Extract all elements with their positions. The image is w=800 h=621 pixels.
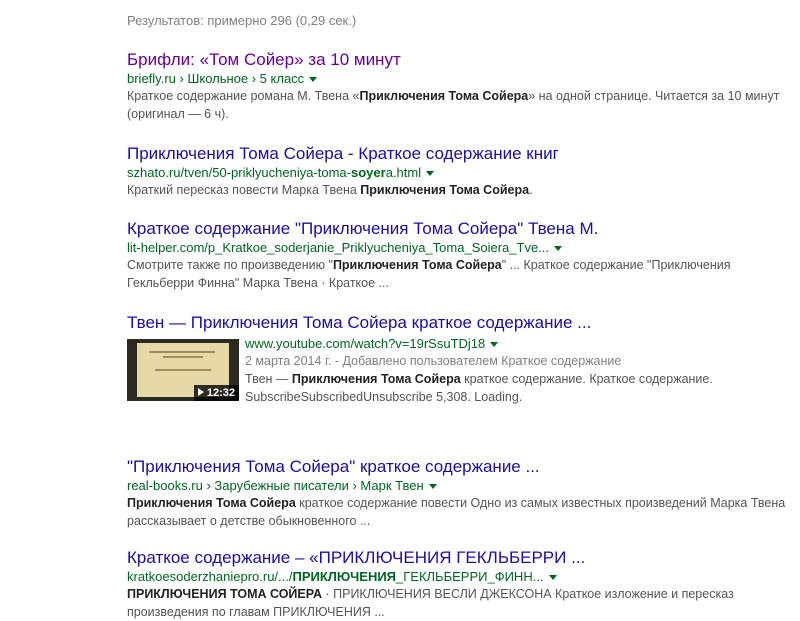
result-url-breadcrumb[interactable]: › Зарубежные писатели › Марк Твен [203, 478, 423, 493]
result-url: briefly.ru › Школьное › 5 класс [127, 70, 787, 87]
result-url-text[interactable]: lit-helper.com/p_Kratkoe_soderjanie_Prik… [127, 240, 549, 255]
result-url-domain[interactable]: briefly.ru [127, 71, 176, 86]
video-meta: 2 марта 2014 г. - Добавлено пользователе… [245, 354, 622, 368]
result-url-text[interactable]: szhato.ru/tven/50-priklyucheniya-toma- [127, 165, 351, 180]
search-result: Брифли: «Том Сойер» за 10 минут briefly.… [127, 50, 787, 123]
result-url-text[interactable]: www.youtube.com/watch?v=19rSsuTDj18 [245, 336, 485, 351]
result-snippet: Краткое содержание романа М. Твена «Прик… [127, 89, 780, 121]
video-duration-badge: 12:32 [193, 385, 239, 401]
play-icon [197, 388, 204, 396]
caret-down-icon[interactable] [554, 246, 563, 252]
result-title-link[interactable]: Краткое содержание "Приключения Тома Сой… [127, 219, 787, 239]
result-url-domain[interactable]: real-books.ru [127, 478, 203, 493]
search-result: Приключения Тома Сойера - Краткое содерж… [127, 144, 787, 199]
result-snippet: Приключения Тома Сойера краткое содержан… [127, 496, 786, 528]
result-url-breadcrumb[interactable]: › Школьное › 5 класс [176, 71, 305, 86]
result-snippet: ПРИКЛЮЧЕНИЯ ТОМА СОЙЕРА · ПРИКЛЮЧЕНИЯ ВЕ… [127, 587, 734, 619]
result-url: real-books.ru › Зарубежные писатели › Ма… [127, 477, 787, 494]
result-url: lit-helper.com/p_Kratkoe_soderjanie_Prik… [127, 239, 787, 256]
caret-down-icon[interactable] [428, 484, 437, 490]
result-title-link[interactable]: "Приключения Тома Сойера" краткое содерж… [127, 457, 787, 477]
result-url-text[interactable]: _ГЕКЛЬБЕРРИ_ФИНН... [396, 569, 544, 584]
caret-down-icon[interactable] [548, 575, 557, 581]
result-url: kratkoesoderzhanieprо.ru/.../ПРИКЛЮЧЕНИЯ… [127, 568, 787, 585]
video-thumbnail[interactable]: 12:32 [127, 339, 239, 401]
caret-down-icon[interactable] [309, 77, 318, 83]
search-result: "Приключения Тома Сойера" краткое содерж… [127, 457, 787, 530]
result-url-text[interactable]: a.html [386, 165, 421, 180]
result-title-link[interactable]: Твен — Приключения Тома Сойера краткое с… [127, 313, 787, 333]
result-snippet: Твен — Приключения Тома Сойера краткое с… [245, 372, 713, 404]
result-title-link[interactable]: Брифли: «Том Сойер» за 10 минут [127, 50, 787, 70]
result-url-highlight[interactable]: soyer [351, 165, 386, 180]
result-url: szhato.ru/tven/50-priklyucheniya-toma-so… [127, 164, 787, 181]
result-url: www.youtube.com/watch?v=19rSsuTDj18 [245, 335, 787, 352]
video-search-result: Твен — Приключения Тома Сойера краткое с… [127, 313, 787, 406]
result-title-link[interactable]: Краткое содержание – «ПРИКЛЮЧЕНИЯ ГЕКЛЬБ… [127, 548, 787, 568]
result-stats: Результатов: примерно 296 (0,29 сек.) [127, 13, 357, 28]
result-snippet: Краткий пересказ повести Марка Твена При… [127, 183, 533, 197]
result-url-text[interactable]: kratkoesoderzhanieprо.ru/.../ [127, 569, 292, 584]
search-result: Краткое содержание "Приключения Тома Сой… [127, 219, 787, 292]
result-url-highlight[interactable]: ПРИКЛЮЧЕНИЯ [292, 569, 396, 584]
caret-down-icon[interactable] [490, 342, 499, 348]
result-title-link[interactable]: Приключения Тома Сойера - Краткое содерж… [127, 144, 787, 164]
caret-down-icon[interactable] [426, 171, 435, 177]
search-result: Краткое содержание – «ПРИКЛЮЧЕНИЯ ГЕКЛЬБ… [127, 548, 787, 621]
result-snippet: Смотрите также по произведению "Приключе… [127, 258, 731, 290]
